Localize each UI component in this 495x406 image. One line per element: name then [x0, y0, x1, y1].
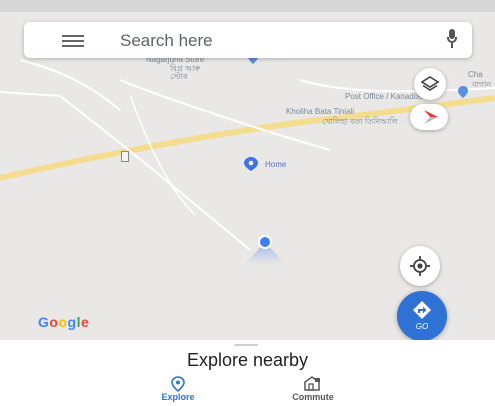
- tab-explore[interactable]: Explore: [133, 373, 223, 406]
- directions-icon: [413, 301, 431, 319]
- map-canvas[interactable]: Nagarjuna Store বিগ্ৰ আৰু স্টোৰ Post Off…: [0, 0, 495, 340]
- home-pin-icon[interactable]: [244, 157, 258, 171]
- microphone-icon[interactable]: [445, 29, 459, 51]
- compass-icon: [424, 110, 438, 124]
- poi-pin-icon[interactable]: [458, 86, 468, 98]
- explore-pin-icon: [171, 376, 185, 392]
- google-logo: Google: [38, 314, 90, 330]
- poi-marker-icon[interactable]: [121, 151, 129, 162]
- search-bar[interactable]: Search here: [24, 22, 472, 58]
- crosshair-icon: [410, 256, 430, 276]
- search-input[interactable]: Search here: [120, 31, 213, 51]
- explore-sheet[interactable]: Explore nearby: [0, 340, 495, 373]
- explore-nearby-title: Explore nearby: [186, 350, 309, 370]
- map-label: বাগান: [472, 80, 492, 89]
- tab-explore-label: Explore: [161, 392, 195, 402]
- layers-button[interactable]: [414, 68, 446, 100]
- status-bar: [0, 0, 495, 12]
- go-label: GO: [415, 322, 429, 331]
- map-label: Post Office / Kanadoor: [345, 92, 426, 101]
- bottom-nav: Explore Commute: [0, 373, 495, 406]
- commute-icon: [304, 376, 320, 391]
- tab-commute-label: Commute: [292, 392, 334, 402]
- map-label: Kholiha Bata Tiniali: [286, 107, 355, 116]
- map-label: Cha: [468, 70, 483, 79]
- map-label: খোলিহা বতা তিনিআলি: [322, 117, 398, 126]
- sheet-drag-handle[interactable]: [234, 344, 258, 346]
- tab-commute[interactable]: Commute: [268, 373, 358, 406]
- home-label: Home: [265, 160, 287, 169]
- my-location-dot-icon: [245, 235, 285, 264]
- go-button[interactable]: GO: [397, 291, 447, 340]
- compass-button[interactable]: [410, 104, 448, 130]
- hamburger-menu-icon[interactable]: [62, 35, 84, 47]
- my-location-button[interactable]: [400, 246, 440, 286]
- layers-icon: [421, 76, 439, 91]
- map-label: স্টোৰ: [170, 72, 188, 81]
